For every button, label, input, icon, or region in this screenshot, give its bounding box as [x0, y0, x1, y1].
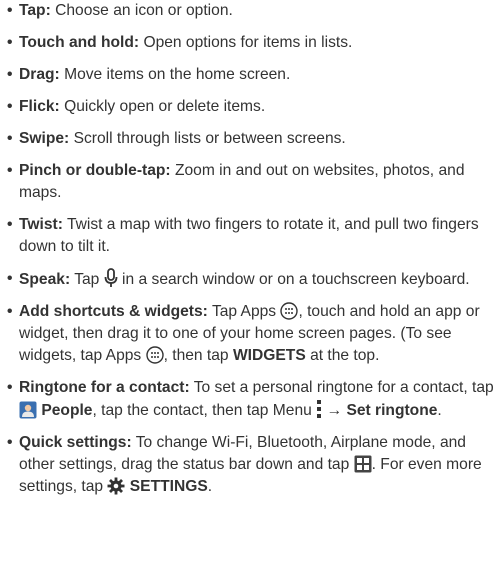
tip-term: Tap: — [19, 2, 51, 19]
tip-ringtone: • Ringtone for a contact: To set a perso… — [7, 377, 499, 422]
bullet: • — [7, 216, 13, 233]
tip-text: Move items on the home screen. — [64, 66, 291, 83]
bullet: • — [7, 66, 13, 83]
tip-text: → — [326, 402, 343, 419]
bullet: • — [7, 98, 13, 115]
gear-icon — [107, 477, 125, 495]
tip-add-shortcuts: • Add shortcuts & widgets: Tap Apps , to… — [7, 301, 499, 367]
tip-text: in a search window or on a touchscreen k… — [122, 271, 470, 288]
tip-swipe: • Swipe: Scroll through lists or between… — [7, 128, 499, 150]
menu-icon — [316, 399, 322, 419]
bullet: • — [7, 434, 13, 451]
tip-emphasis: People — [41, 402, 93, 419]
tip-quick-settings: • Quick settings: To change Wi-Fi, Bluet… — [7, 432, 499, 498]
tip-text: Choose an icon or option. — [55, 2, 233, 19]
tip-term: Swipe: — [19, 130, 70, 147]
tip-text: Tap — [74, 271, 100, 288]
tip-pinch: • Pinch or double-tap: Zoom in and out o… — [7, 160, 499, 204]
bullet: • — [7, 303, 13, 320]
tip-term: Add shortcuts & widgets: — [19, 303, 208, 320]
tip-flick: • Flick: Quickly open or delete items. — [7, 96, 499, 118]
tip-term: Touch and hold: — [19, 34, 140, 51]
tip-text: . — [437, 402, 442, 419]
tip-term: Ringtone for a contact: — [19, 379, 190, 396]
people-app-icon — [19, 401, 37, 419]
tip-text: , tap the contact, then tap Menu — [92, 402, 312, 419]
tip-term: Pinch or double-tap: — [19, 162, 171, 179]
tip-term: Drag: — [19, 66, 60, 83]
tip-text: Quickly open or delete items. — [64, 98, 266, 115]
bullet: • — [7, 34, 13, 51]
tip-emphasis: WIDGETS — [232, 347, 306, 364]
tip-term: Speak: — [19, 271, 71, 288]
bullet: • — [7, 270, 13, 287]
apps-icon — [145, 346, 164, 364]
tip-text: Scroll through lists or between screens. — [73, 130, 346, 147]
tip-text: Open options for items in lists. — [143, 34, 353, 51]
tip-text: To set a personal ringtone for a contact… — [193, 379, 494, 396]
tip-touch-and-hold: • Touch and hold: Open options for items… — [7, 32, 499, 54]
bullet: • — [7, 2, 13, 19]
quick-settings-icon — [354, 455, 372, 473]
bullet: • — [7, 130, 13, 147]
tip-drag: • Drag: Move items on the home screen. — [7, 64, 499, 86]
tip-tap: • Tap: Choose an icon or option. — [7, 0, 499, 22]
tip-text: . — [207, 478, 213, 495]
bullet: • — [7, 162, 13, 179]
tip-term: Twist: — [19, 216, 63, 233]
tip-emphasis: SETTINGS — [129, 478, 208, 495]
tip-emphasis: Set ringtone — [346, 402, 438, 419]
tip-text: at the top. — [310, 347, 380, 364]
tip-speak: • Speak: Tap in a search window or on a … — [7, 268, 499, 291]
bullet: • — [7, 379, 13, 396]
tip-text: Twist a map with two fingers to rotate i… — [19, 216, 479, 255]
tip-text: , then tap — [163, 347, 229, 364]
tip-term: Flick: — [19, 98, 60, 115]
apps-icon — [280, 302, 299, 320]
tip-text: Tap Apps — [211, 303, 277, 320]
tip-twist: • Twist: Twist a map with two fingers to… — [7, 214, 499, 258]
tip-term: Quick settings: — [19, 434, 132, 451]
gesture-tips-list: • Tap: Choose an icon or option. • Touch… — [7, 0, 499, 508]
microphone-icon — [104, 268, 118, 288]
